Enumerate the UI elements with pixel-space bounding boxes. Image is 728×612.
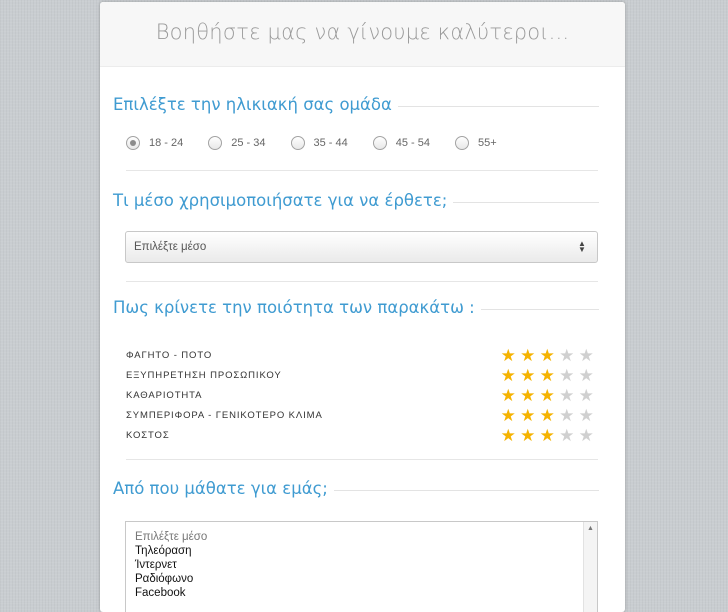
- rating-label: ΦΑΓΗΤΟ - ΠΟΤΟ: [126, 349, 213, 361]
- title-rule: [453, 201, 599, 203]
- star-rating: ★ ★ ★ ★ ★: [499, 407, 597, 424]
- scroll-up-arrow-icon[interactable]: ▲: [584, 525, 597, 532]
- star-rating: ★ ★ ★ ★ ★: [499, 347, 597, 364]
- star-icon[interactable]: ★: [557, 367, 577, 384]
- star-icon[interactable]: ★: [538, 347, 558, 364]
- radio-icon[interactable]: [126, 136, 140, 150]
- star-icon[interactable]: ★: [538, 367, 558, 384]
- star-icon[interactable]: ★: [557, 347, 577, 364]
- age-option[interactable]: 45 - 54: [372, 136, 430, 150]
- rating-row: ΕΞΥΠΗΡΕΤΗΣΗ ΠΡΟΣΩΠΙΚΟΥ ★ ★ ★ ★ ★: [126, 365, 598, 385]
- radio-icon[interactable]: [208, 136, 223, 150]
- star-icon[interactable]: ★: [518, 387, 538, 404]
- age-option[interactable]: 55+: [455, 136, 497, 150]
- title-rule: [333, 489, 599, 491]
- source-options: Επιλέξτε μέσο Τηλεόραση Ίντερνετ Ραδιόφωνο…: [126, 522, 597, 600]
- radio-icon[interactable]: [372, 136, 387, 150]
- rating-label: ΣΥΜΠΕΡΙΦΟΡΑ - ΓΕΝΙΚΟΤΕΡΟ ΚΛΙΜΑ: [126, 409, 323, 421]
- star-icon[interactable]: ★: [538, 427, 558, 444]
- star-icon[interactable]: ★: [577, 347, 597, 364]
- radio-icon[interactable]: [455, 136, 469, 150]
- transport-select-value: Επιλέξτε μέσο: [134, 241, 207, 253]
- star-icon[interactable]: ★: [518, 367, 538, 384]
- survey-header: Βοηθήστε μας να γίνουμε καλύτεροι...: [100, 2, 625, 67]
- star-icon[interactable]: ★: [518, 427, 538, 444]
- quality-section-title: Πως κρίνετε την ποιότητα των παρακάτω :: [113, 298, 599, 317]
- star-rating: ★ ★ ★ ★ ★: [499, 367, 597, 384]
- star-icon[interactable]: ★: [499, 347, 519, 364]
- page-title: Βοηθήστε μας να γίνουμε καλύτεροι...: [155, 20, 570, 44]
- star-icon[interactable]: ★: [499, 387, 519, 404]
- star-icon[interactable]: ★: [577, 427, 597, 444]
- source-section-title: Από που μάθατε για εμάς;: [113, 479, 599, 498]
- listbox-scrollbar[interactable]: ▲: [583, 522, 597, 612]
- star-icon[interactable]: ★: [557, 387, 577, 404]
- age-option[interactable]: 18 - 24: [126, 136, 183, 150]
- age-section-label: Επιλέξτε την ηλικιακή σας ομάδα: [113, 95, 392, 114]
- age-option-label: 35 - 44: [313, 137, 348, 149]
- star-icon[interactable]: ★: [538, 407, 558, 424]
- star-rating: ★ ★ ★ ★ ★: [499, 427, 597, 444]
- section-divider: [126, 281, 598, 282]
- star-icon[interactable]: ★: [518, 407, 538, 424]
- transport-section-label: Τι μέσο χρησιμοποιήσατε για να έρθετε;: [113, 191, 448, 210]
- radio-icon[interactable]: [290, 136, 305, 150]
- listbox-option[interactable]: Τηλεόραση: [135, 544, 597, 558]
- listbox-option[interactable]: Facebook: [135, 586, 597, 600]
- listbox-placeholder[interactable]: Επιλέξτε μέσο: [135, 530, 597, 544]
- age-option[interactable]: 25 - 34: [208, 136, 266, 150]
- star-rating: ★ ★ ★ ★ ★: [499, 387, 597, 404]
- listbox-option[interactable]: Ίντερνετ: [135, 558, 597, 572]
- star-icon[interactable]: ★: [577, 407, 597, 424]
- star-icon[interactable]: ★: [557, 427, 577, 444]
- transport-section-title: Τι μέσο χρησιμοποιήσατε για να έρθετε;: [113, 191, 599, 210]
- age-option-label: 18 - 24: [149, 137, 184, 149]
- age-section-title: Επιλέξτε την ηλικιακή σας ομάδα: [113, 95, 599, 114]
- star-icon[interactable]: ★: [557, 407, 577, 424]
- source-listbox[interactable]: Επιλέξτε μέσο Τηλεόραση Ίντερνετ Ραδιόφωνο…: [125, 521, 598, 612]
- age-option-label: 25 - 34: [231, 137, 266, 149]
- rating-label: ΚΑΘΑΡΙΟΤΗΤΑ: [126, 389, 203, 401]
- age-option-label: 55+: [478, 137, 497, 149]
- star-icon[interactable]: ★: [499, 427, 519, 444]
- star-icon[interactable]: ★: [538, 387, 558, 404]
- rating-label: ΕΞΥΠΗΡΕΤΗΣΗ ΠΡΟΣΩΠΙΚΟΥ: [126, 369, 282, 381]
- listbox-option[interactable]: Ραδιόφωνο: [135, 572, 597, 586]
- rating-row: ΚΑΘΑΡΙΟΤΗΤΑ ★ ★ ★ ★ ★: [126, 385, 598, 405]
- title-rule: [480, 308, 599, 310]
- age-option-label: 45 - 54: [395, 137, 430, 149]
- quality-section-label: Πως κρίνετε την ποιότητα των παρακάτω :: [113, 298, 475, 317]
- star-icon[interactable]: ★: [577, 387, 597, 404]
- title-rule: [397, 105, 599, 107]
- rating-row: ΚΟΣΤΟΣ ★ ★ ★ ★ ★: [126, 425, 598, 445]
- section-divider: [126, 459, 598, 460]
- updown-arrows-icon: ▲ ▼: [578, 239, 586, 254]
- ratings-list: ΦΑΓΗΤΟ - ΠΟΤΟ ★ ★ ★ ★ ★ ΕΞΥΠΗΡΕΤΗΣΗ ΠΡΟΣΩΠΙΚΟΥ…: [126, 345, 598, 445]
- age-radio-group: 18 - 24 25 - 34 35 - 44 45 - 54 55+: [126, 136, 522, 150]
- section-divider: [126, 170, 598, 171]
- source-section-label: Από που μάθατε για εμάς;: [113, 479, 328, 498]
- star-icon[interactable]: ★: [499, 367, 519, 384]
- age-option[interactable]: 35 - 44: [290, 136, 348, 150]
- star-icon[interactable]: ★: [518, 347, 538, 364]
- rating-row: ΣΥΜΠΕΡΙΦΟΡΑ - ΓΕΝΙΚΟΤΕΡΟ ΚΛΙΜΑ ★ ★ ★ ★ ★: [126, 405, 598, 425]
- rating-row: ΦΑΓΗΤΟ - ΠΟΤΟ ★ ★ ★ ★ ★: [126, 345, 598, 365]
- star-icon[interactable]: ★: [577, 367, 597, 384]
- survey-card: Βοηθήστε μας να γίνουμε καλύτεροι... Επι…: [100, 2, 625, 612]
- rating-label: ΚΟΣΤΟΣ: [126, 429, 170, 441]
- transport-select[interactable]: Επιλέξτε μέσο ▲ ▼: [125, 231, 598, 263]
- star-icon[interactable]: ★: [499, 407, 519, 424]
